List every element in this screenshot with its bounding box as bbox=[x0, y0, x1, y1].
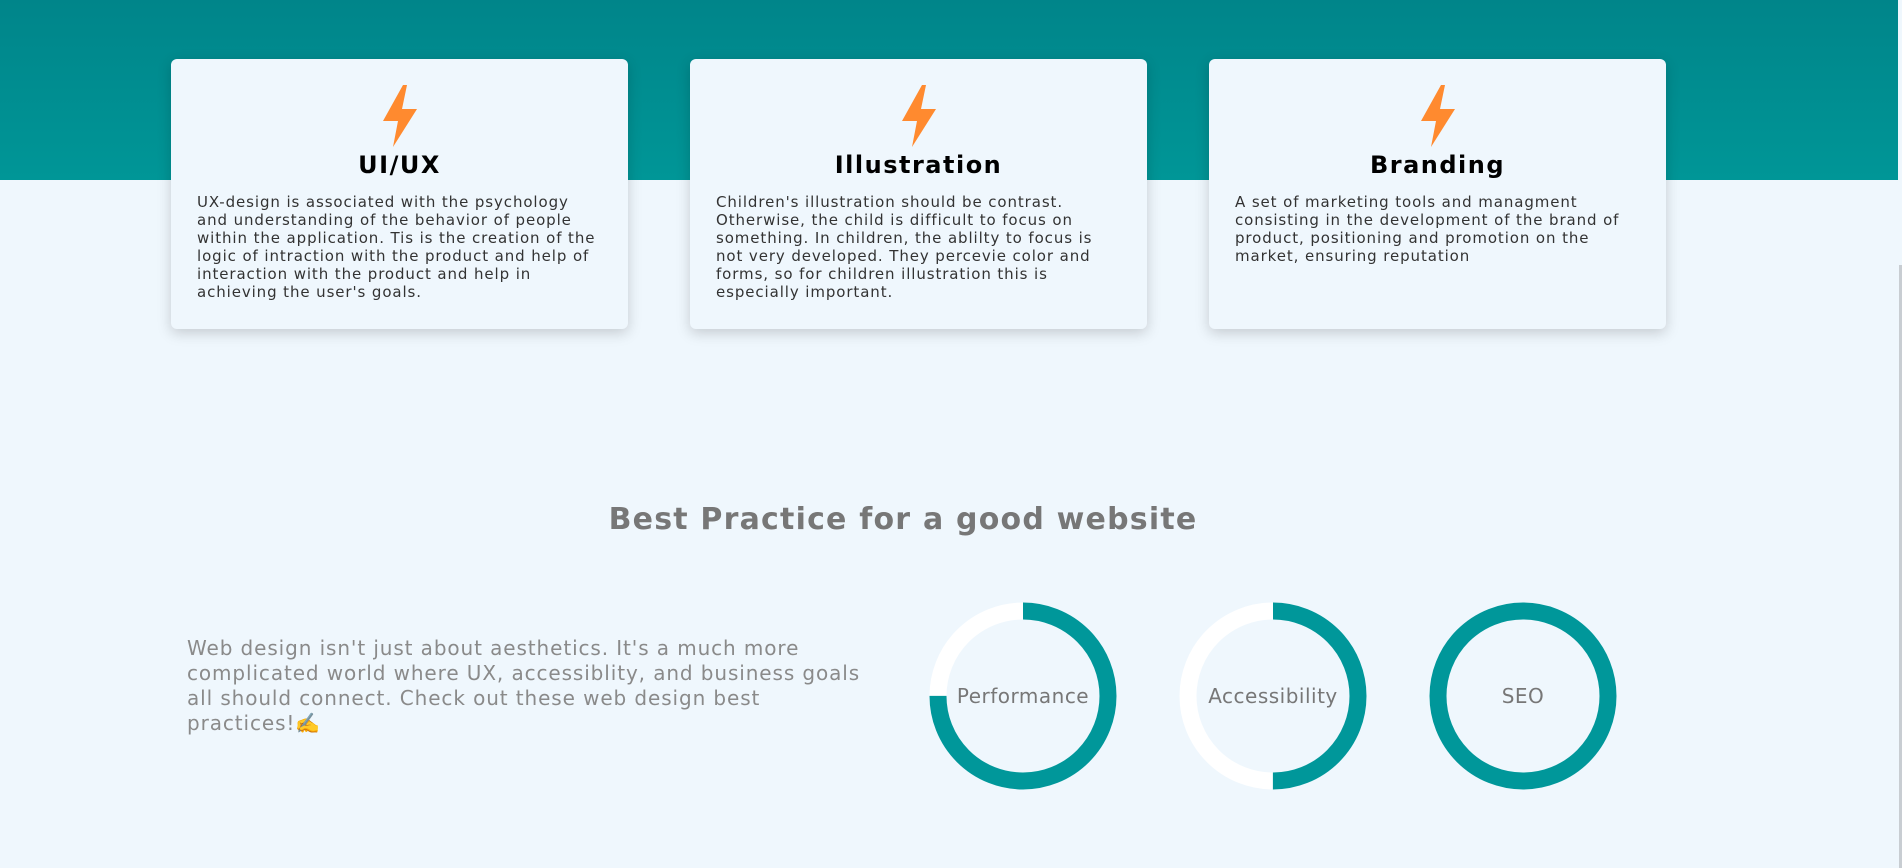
services-cards: UI/UX UX-design is associated with the p… bbox=[171, 59, 1666, 329]
best-practice-intro: Web design isn't just about aesthetics. … bbox=[187, 636, 861, 735]
metrics-rings: Performance Accessibility SEO bbox=[929, 601, 1617, 791]
metric-label: SEO bbox=[1501, 684, 1545, 708]
service-card-ui-ux: UI/UX UX-design is associated with the p… bbox=[171, 59, 628, 329]
lightning-bolt-icon bbox=[382, 85, 417, 147]
service-card-description: A set of marketing tools and managment c… bbox=[1235, 193, 1620, 265]
service-card-description: UX-design is associated with the psychol… bbox=[197, 193, 596, 301]
metric-ring-accessibility: Accessibility bbox=[1179, 601, 1367, 791]
service-card-illustration: Illustration Children's illustration sho… bbox=[690, 59, 1147, 329]
metric-ring-performance: Performance bbox=[929, 601, 1117, 791]
service-card-title: Illustration bbox=[834, 151, 1003, 179]
metric-label: Accessibility bbox=[1208, 684, 1338, 708]
service-card-title: UI/UX bbox=[358, 151, 441, 179]
service-card-branding: Branding A set of marketing tools and ma… bbox=[1209, 59, 1666, 329]
lightning-bolt-icon bbox=[901, 85, 936, 147]
metric-label: Performance bbox=[956, 684, 1090, 708]
scrollbar-track[interactable] bbox=[1898, 0, 1902, 868]
metric-ring-seo: SEO bbox=[1429, 601, 1617, 791]
lightning-bolt-icon bbox=[1420, 85, 1455, 147]
page: UI/UX UX-design is associated with the p… bbox=[0, 0, 1902, 868]
best-practice-title: Best Practice for a good website bbox=[608, 502, 1198, 537]
service-card-title: Branding bbox=[1369, 151, 1506, 179]
service-card-description: Children's illustration should be contra… bbox=[716, 193, 1093, 301]
